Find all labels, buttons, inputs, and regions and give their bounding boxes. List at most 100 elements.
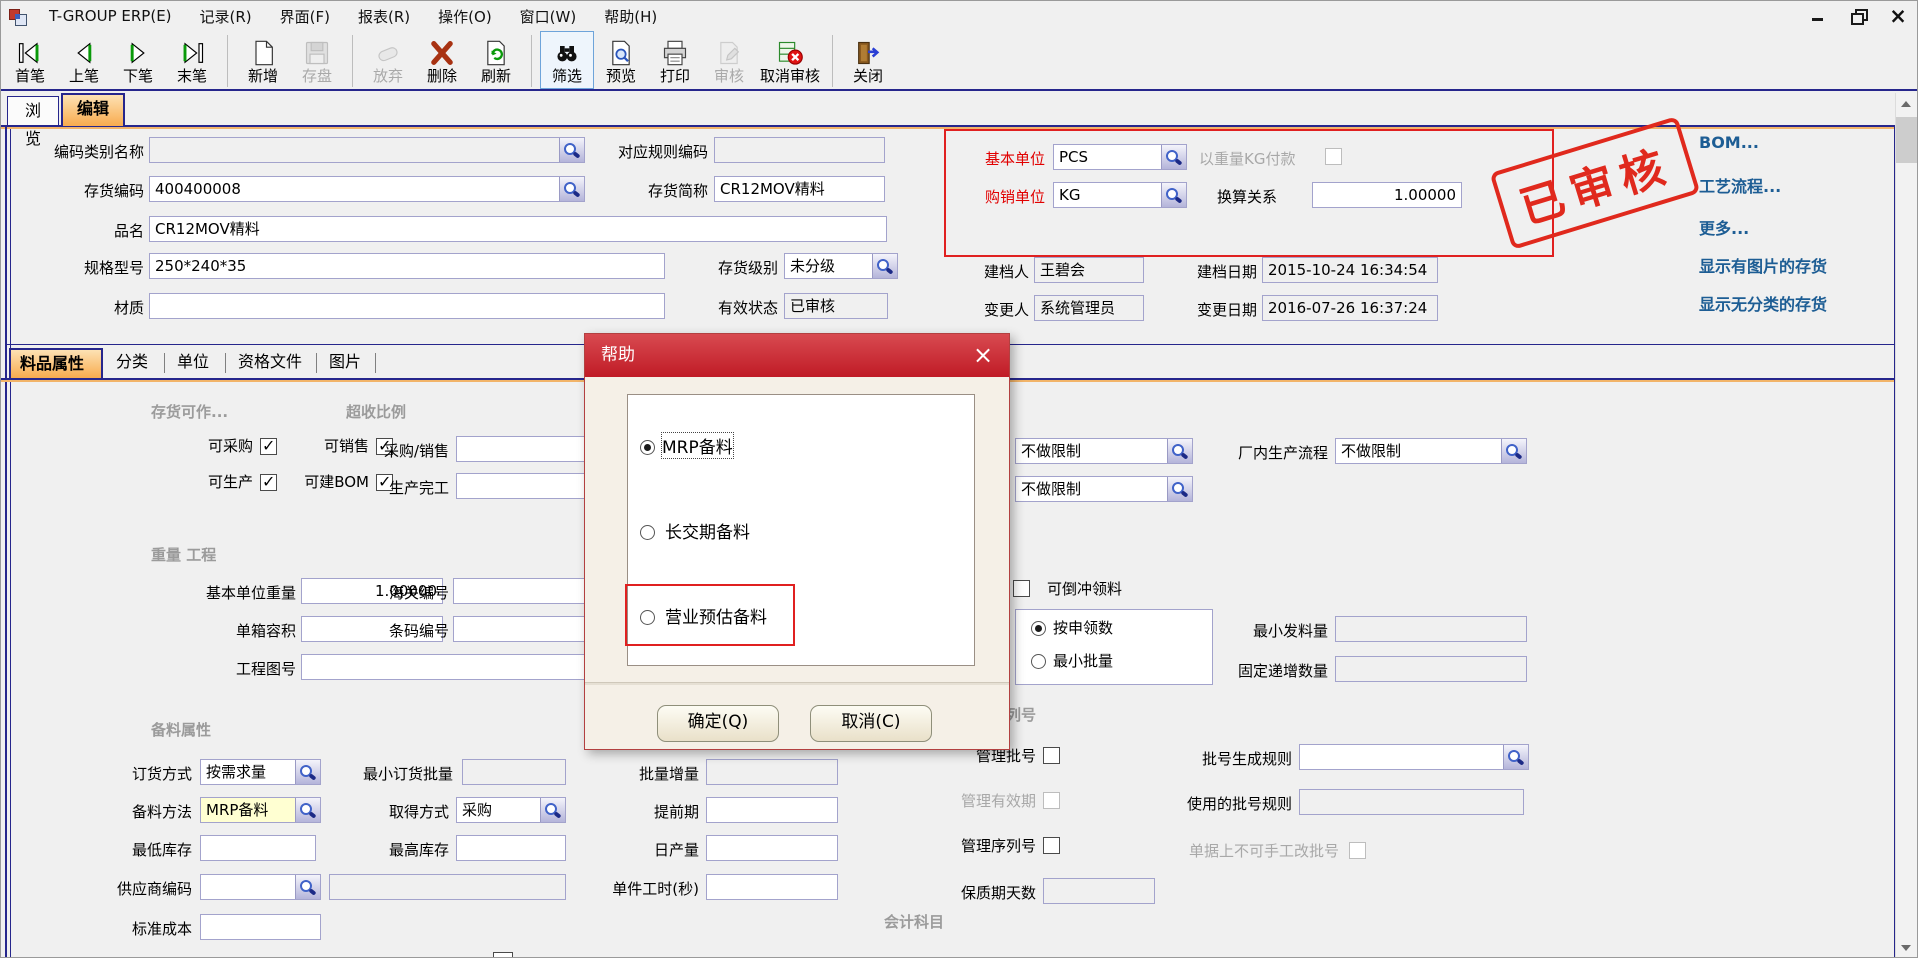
sales-forecast-prep-label[interactable]: 营业预估备料	[665, 603, 767, 628]
menu-operate[interactable]: 操作(O)	[424, 2, 506, 31]
lead-time-field[interactable]	[706, 797, 838, 823]
batch-rule-field[interactable]	[1299, 744, 1529, 770]
mrp-prep-label[interactable]: MRP备料	[662, 433, 733, 458]
menu-interface[interactable]: 界面(F)	[266, 2, 344, 31]
lookup-icon[interactable]	[295, 875, 320, 899]
lookup-icon[interactable]	[1167, 439, 1192, 463]
delete-button[interactable]: 删除	[415, 31, 469, 89]
cancel-button[interactable]: 取消(C)	[810, 705, 932, 742]
new-button[interactable]: 新增	[236, 31, 290, 89]
order-mode-label: 订货方式	[120, 761, 192, 787]
producible-checkbox[interactable]	[260, 474, 277, 491]
lookup-icon[interactable]	[295, 760, 320, 784]
minimize-icon[interactable]	[1809, 7, 1827, 25]
item-code-field[interactable]: 400400008	[149, 176, 585, 202]
sales-forecast-prep-radio[interactable]	[640, 610, 655, 625]
toolbar-separator	[531, 35, 532, 87]
long-lead-prep-radio[interactable]	[640, 525, 655, 540]
scrollbar-thumb[interactable]	[1896, 117, 1917, 163]
tab-browse[interactable]: 浏览	[7, 96, 59, 126]
refresh-button[interactable]: 刷新	[469, 31, 523, 89]
next-record-button[interactable]: 下笔	[111, 31, 165, 89]
subtab-image[interactable]: 图片	[320, 348, 370, 378]
item-short-field[interactable]: CR12MOV精料	[714, 176, 885, 202]
issue-by-min-radio[interactable]	[1031, 654, 1046, 669]
unit-time-field[interactable]	[706, 874, 838, 900]
menu-app[interactable]: T-GROUP ERP(E)	[35, 3, 186, 29]
first-record-button[interactable]: 首笔	[3, 31, 57, 89]
std-cost-field[interactable]	[200, 914, 321, 940]
lookup-icon[interactable]	[559, 138, 584, 162]
lookup-icon[interactable]	[1501, 439, 1526, 463]
base-unit-field[interactable]: PCS	[1053, 144, 1187, 170]
shelf-days-label: 保质期天数	[928, 880, 1036, 906]
prep-method-field[interactable]: MRP备料	[200, 797, 321, 823]
close-button[interactable]: 关闭	[841, 31, 895, 89]
link-process-flow[interactable]: 工艺流程...	[1699, 173, 1781, 197]
min-order-label: 最小订货批量	[343, 761, 453, 787]
link-show-unclassified[interactable]: 显示无分类的存货	[1699, 291, 1827, 315]
lookup-icon[interactable]	[295, 798, 320, 822]
manage-batch-checkbox[interactable]	[1043, 747, 1060, 764]
backflush-checkbox[interactable]	[1013, 580, 1030, 597]
prev-record-icon	[70, 39, 98, 67]
lookup-icon[interactable]	[1161, 183, 1186, 207]
next-record-icon	[124, 39, 152, 67]
purchasable-checkbox[interactable]	[260, 438, 277, 455]
filter-button[interactable]: 筛选	[540, 31, 594, 89]
print-button[interactable]: 打印	[648, 31, 702, 89]
menu-help[interactable]: 帮助(H)	[590, 2, 671, 31]
scroll-up-icon[interactable]	[1896, 93, 1917, 115]
menu-report[interactable]: 报表(R)	[344, 2, 424, 31]
restrict-field-1[interactable]: 不做限制	[1015, 438, 1193, 464]
vertical-scrollbar[interactable]	[1895, 93, 1917, 958]
subtab-unit[interactable]: 单位	[168, 348, 218, 378]
link-show-with-image[interactable]: 显示有图片的存货	[1699, 253, 1827, 277]
subtab-category[interactable]: 分类	[107, 348, 157, 378]
long-lead-prep-label[interactable]: 长交期备料	[665, 518, 750, 543]
link-more[interactable]: 更多...	[1699, 215, 1749, 239]
max-stock-label: 最高库存	[379, 837, 449, 863]
dialog-close-icon[interactable]: ×	[969, 342, 997, 370]
item-name-field[interactable]: CR12MOV精料	[149, 216, 887, 242]
lookup-icon[interactable]	[872, 254, 897, 278]
lookup-icon[interactable]	[1503, 745, 1528, 769]
subtab-qualification[interactable]: 资格文件	[229, 348, 311, 378]
prev-record-button[interactable]: 上笔	[57, 31, 111, 89]
subtab-item-props[interactable]: 料品属性	[9, 348, 103, 378]
trade-unit-field[interactable]: KG	[1053, 182, 1187, 208]
daily-output-field[interactable]	[706, 835, 838, 861]
inv-level-field[interactable]: 未分级	[784, 253, 898, 279]
lookup-icon[interactable]	[1167, 477, 1192, 501]
order-mode-field[interactable]: 按需求量	[200, 759, 321, 785]
factory-flow-field[interactable]: 不做限制	[1335, 438, 1527, 464]
lookup-icon[interactable]	[559, 177, 584, 201]
material-field[interactable]	[149, 293, 665, 319]
conversion-field[interactable]: 1.00000	[1312, 182, 1462, 208]
mrp-prep-radio[interactable]	[640, 440, 655, 455]
lookup-icon[interactable]	[540, 798, 565, 822]
manage-serial-checkbox[interactable]	[1043, 837, 1060, 854]
menu-window[interactable]: 窗口(W)	[506, 2, 591, 31]
max-stock-field[interactable]	[456, 835, 566, 861]
restore-icon[interactable]	[1849, 7, 1867, 25]
lookup-icon[interactable]	[1161, 145, 1186, 169]
last-record-button[interactable]: 末笔	[165, 31, 219, 89]
menu-record[interactable]: 记录(R)	[186, 2, 266, 31]
tab-edit[interactable]: 编辑	[61, 93, 125, 126]
min-stock-field[interactable]	[200, 835, 316, 861]
acquire-field[interactable]: 采购	[456, 797, 566, 823]
restrict-field-2[interactable]: 不做限制	[1015, 476, 1193, 502]
preview-button[interactable]: 预览	[594, 31, 648, 89]
issue-by-request-radio[interactable]	[1031, 621, 1046, 636]
code-category-field[interactable]	[149, 137, 585, 163]
ok-button[interactable]: 确定(Q)	[657, 705, 779, 742]
toolbar-separator	[352, 35, 353, 87]
link-bom[interactable]: BOM...	[1699, 133, 1759, 152]
spec-field[interactable]: 250*240*35	[149, 253, 665, 279]
supplier-field[interactable]	[200, 874, 321, 900]
close-window-icon[interactable]: ×	[1889, 7, 1907, 25]
help-dialog-title[interactable]: 帮助	[585, 334, 1009, 377]
scroll-down-icon[interactable]	[1896, 937, 1917, 958]
cancel-audit-button[interactable]: 取消审核	[756, 31, 824, 89]
